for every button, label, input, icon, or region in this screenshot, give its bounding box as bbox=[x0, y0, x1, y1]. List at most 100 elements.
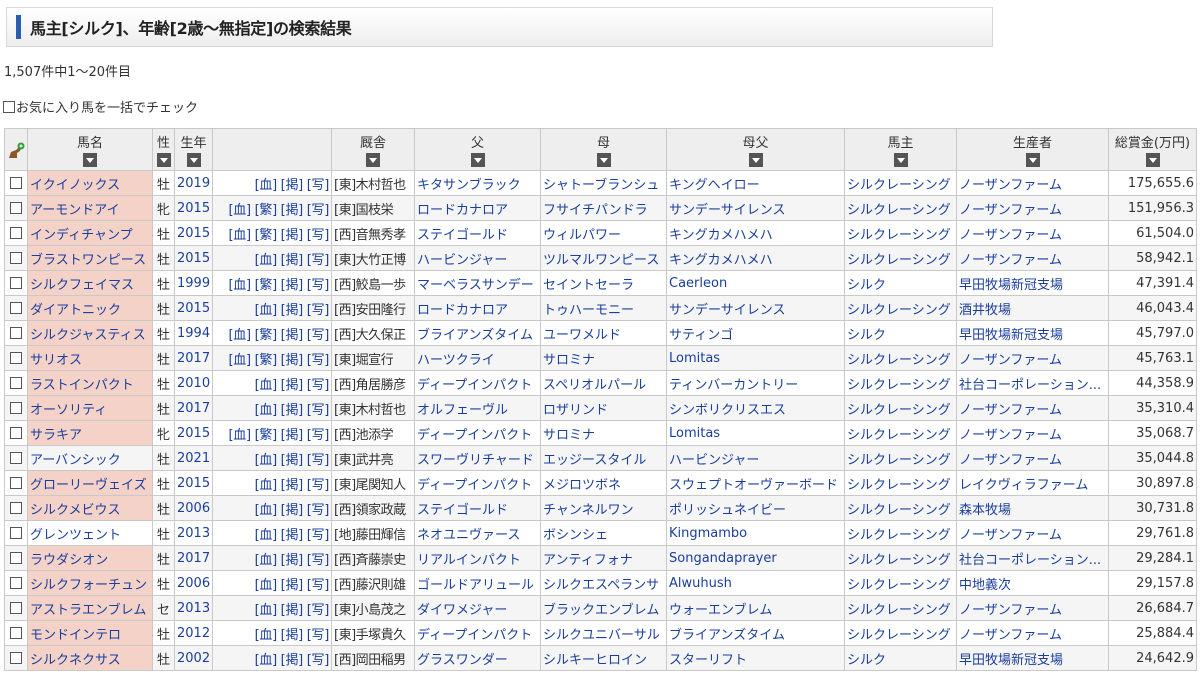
breeder-text[interactable]: 早田牧場新冠支場 bbox=[959, 278, 1063, 293]
sort-down-icon[interactable] bbox=[366, 153, 380, 167]
damsire-text[interactable]: Alwuhush bbox=[669, 576, 732, 591]
horse-name[interactable]: サラキア bbox=[27, 420, 153, 446]
owner-text[interactable]: シルクレーシング bbox=[847, 578, 951, 593]
horse-name[interactable]: シルクジャスティス bbox=[27, 320, 153, 346]
horse-name-text[interactable]: イクイノックス bbox=[30, 178, 120, 193]
row-checkbox-cell[interactable] bbox=[4, 295, 28, 321]
breeder-text[interactable]: 社台コーポレーション... bbox=[959, 553, 1101, 568]
sire-text[interactable]: ロードカナロア bbox=[417, 203, 508, 218]
horse-name-text[interactable]: アーモンドアイ bbox=[30, 203, 120, 218]
horse-name[interactable]: シルクフォーチュン bbox=[27, 570, 153, 596]
row-checkbox[interactable] bbox=[10, 202, 22, 214]
horse-name-text[interactable]: シルクフェイマス bbox=[30, 278, 134, 293]
dam[interactable]: シルキーヒロイン bbox=[540, 645, 667, 671]
breeder-text[interactable]: ノーザンファーム bbox=[959, 253, 1062, 268]
row-checkbox[interactable] bbox=[10, 402, 22, 414]
row-checkbox-cell[interactable] bbox=[4, 370, 28, 396]
sort-down-icon[interactable] bbox=[156, 153, 171, 167]
info-links-text[interactable]: [血] [繁] [掲] [写] bbox=[229, 428, 330, 443]
horse-name[interactable]: グローリーヴェイズ bbox=[27, 470, 153, 496]
birth-year[interactable]: 1994 bbox=[174, 320, 213, 346]
sire-text[interactable]: ハービンジャー bbox=[417, 253, 507, 268]
birth-year-text[interactable]: 2017 bbox=[177, 551, 210, 566]
info-links-text[interactable]: [血] [掲] [写] bbox=[255, 528, 330, 543]
row-checkbox[interactable] bbox=[10, 652, 22, 664]
birth-year-text[interactable]: 2015 bbox=[177, 226, 210, 241]
sort-down-icon[interactable] bbox=[1025, 153, 1040, 167]
info-links[interactable]: [血] [掲] [写] bbox=[212, 445, 332, 471]
dam[interactable]: シルクユニバーサル bbox=[540, 620, 667, 646]
breeder[interactable]: 酒井牧場 bbox=[956, 295, 1109, 321]
dam[interactable]: スペリオルパール bbox=[540, 370, 667, 396]
horse-name-text[interactable]: サリオス bbox=[30, 353, 82, 368]
breeder[interactable]: 早田牧場新冠支場 bbox=[956, 320, 1109, 346]
info-links-text[interactable]: [血] [掲] [写] bbox=[255, 253, 330, 268]
breeder-text[interactable]: 酒井牧場 bbox=[959, 303, 1011, 318]
owner-text[interactable]: シルク bbox=[847, 653, 886, 668]
info-links[interactable]: [血] [掲] [写] bbox=[212, 545, 332, 571]
sort-down-icon[interactable] bbox=[83, 153, 97, 167]
row-checkbox[interactable] bbox=[10, 377, 22, 389]
horse-name-text[interactable]: インディチャンプ bbox=[30, 228, 133, 243]
owner-text[interactable]: シルクレーシング bbox=[847, 353, 951, 368]
sire[interactable]: ハーツクライ bbox=[414, 345, 541, 371]
sire-text[interactable]: ディープインパクト bbox=[417, 428, 532, 443]
sire-text[interactable]: ディープインパクト bbox=[417, 378, 532, 393]
row-checkbox[interactable] bbox=[10, 177, 22, 189]
birth-year[interactable]: 2019 bbox=[174, 170, 213, 196]
horse-add-icon[interactable] bbox=[7, 142, 25, 162]
horse-name-text[interactable]: グレンツェント bbox=[30, 528, 121, 543]
dam[interactable]: サロミナ bbox=[540, 345, 667, 371]
row-checkbox-cell[interactable] bbox=[4, 245, 28, 271]
dam-text[interactable]: シルキーヒロイン bbox=[543, 653, 647, 668]
horse-name[interactable]: モンドインテロ bbox=[27, 620, 153, 646]
breeder-text[interactable]: 早田牧場新冠支場 bbox=[959, 653, 1063, 668]
owner[interactable]: シルクレーシング bbox=[844, 295, 957, 321]
damsire-text[interactable]: キングカメハメハ bbox=[669, 253, 773, 268]
row-checkbox[interactable] bbox=[10, 527, 22, 539]
owner[interactable]: シルクレーシング bbox=[844, 595, 957, 621]
horse-name[interactable]: サリオス bbox=[27, 345, 153, 371]
info-links[interactable]: [血] [繁] [掲] [写] bbox=[212, 345, 332, 371]
owner-text[interactable]: シルクレーシング bbox=[847, 178, 951, 193]
owner-text[interactable]: シルクレーシング bbox=[847, 203, 951, 218]
breeder-text[interactable]: ノーザンファーム bbox=[959, 353, 1062, 368]
dam-text[interactable]: スペリオルパール bbox=[543, 378, 646, 393]
birth-year[interactable]: 2015 bbox=[174, 295, 213, 321]
info-links[interactable]: [血] [掲] [写] bbox=[212, 570, 332, 596]
sire-text[interactable]: グラスワンダー bbox=[417, 653, 508, 668]
info-links[interactable]: [血] [掲] [写] bbox=[212, 595, 332, 621]
sire[interactable]: ステイゴールド bbox=[414, 220, 541, 246]
birth-year-text[interactable]: 2017 bbox=[177, 351, 210, 366]
damsire-text[interactable]: Lomitas bbox=[669, 426, 720, 441]
row-checkbox-cell[interactable] bbox=[4, 645, 28, 671]
birth-year-text[interactable]: 1994 bbox=[177, 326, 210, 341]
horse-name[interactable]: ブラストワンピース bbox=[27, 245, 153, 271]
owner[interactable]: シルク bbox=[844, 645, 957, 671]
damsire[interactable]: Lomitas bbox=[666, 420, 845, 446]
dam-text[interactable]: サロミナ bbox=[543, 353, 595, 368]
owner-text[interactable]: シルク bbox=[847, 328, 886, 343]
sire[interactable]: ロードカナロア bbox=[414, 195, 541, 221]
birth-year[interactable]: 2002 bbox=[174, 645, 213, 671]
sire-text[interactable]: ハーツクライ bbox=[417, 353, 495, 368]
owner[interactable]: シルクレーシング bbox=[844, 495, 957, 521]
row-checkbox[interactable] bbox=[10, 577, 22, 589]
breeder-text[interactable]: レイクヴィラファーム bbox=[959, 478, 1088, 493]
damsire[interactable]: ブライアンズタイム bbox=[666, 620, 845, 646]
sire[interactable]: キタサンブラック bbox=[414, 170, 541, 196]
owner-text[interactable]: シルクレーシング bbox=[847, 528, 951, 543]
dam[interactable]: フサイチパンドラ bbox=[540, 195, 667, 221]
breeder[interactable]: ノーザンファーム bbox=[956, 445, 1109, 471]
horse-name-text[interactable]: サラキア bbox=[30, 428, 82, 443]
birth-year[interactable]: 2012 bbox=[174, 620, 213, 646]
horse-name[interactable]: ラストインパクト bbox=[27, 370, 153, 396]
owner[interactable]: シルク bbox=[844, 270, 957, 296]
birth-year-text[interactable]: 2012 bbox=[177, 626, 210, 641]
dam-text[interactable]: シルクユニバーサル bbox=[543, 628, 660, 643]
horse-name[interactable]: シルクメビウス bbox=[27, 495, 153, 521]
sire[interactable]: ダイワメジャー bbox=[414, 595, 541, 621]
damsire[interactable]: Kingmambo bbox=[666, 520, 845, 546]
birth-year-text[interactable]: 2015 bbox=[177, 251, 210, 266]
horse-name[interactable]: シルクネクサス bbox=[27, 645, 153, 671]
